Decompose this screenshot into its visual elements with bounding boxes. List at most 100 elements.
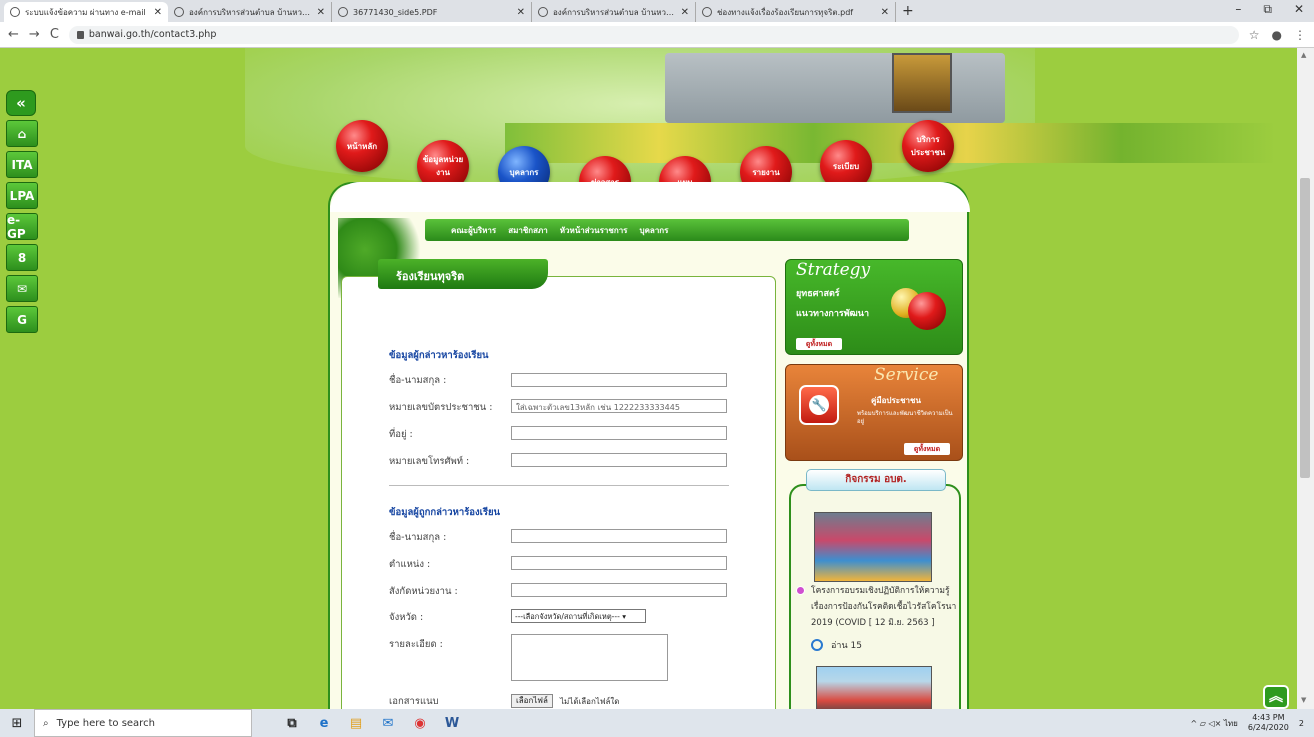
complainant-name-input[interactable] xyxy=(511,373,727,387)
notification-icon[interactable]: 2 xyxy=(1299,719,1304,728)
shrine-image xyxy=(892,53,952,113)
strategy-view-all-button[interactable]: ดูทั้งหมด xyxy=(796,338,842,350)
search-icon: ⌕ xyxy=(43,717,49,729)
department-label: สังกัดหน่วยงาน : xyxy=(389,586,458,597)
accused-name-label: ชื่อ-นามสกุล : xyxy=(389,532,447,543)
detail-textarea[interactable] xyxy=(511,634,668,681)
forward-icon[interactable]: → xyxy=(29,27,40,42)
tab-close-icon[interactable]: ✕ xyxy=(517,7,525,18)
activity-item-title[interactable]: โครงการอบรมเชิงปฏิบัติการให้ความรู้เรื่อ… xyxy=(811,586,956,628)
browser-tab-2[interactable]: องค์การบริหารส่วนตำบล บ้านหวาย อ. ✕ xyxy=(168,2,332,22)
url-input[interactable]: banwai.go.th/contact3.php xyxy=(68,25,1239,44)
menu-public-services[interactable]: บริการประชาชน xyxy=(902,120,954,172)
profile-icon[interactable]: ● xyxy=(1272,28,1282,42)
service-panel[interactable]: Service 🔧 คู่มือประชาชน พร้อมบริการและพั… xyxy=(785,364,963,461)
vertical-scrollbar[interactable]: ▲ ▼ xyxy=(1297,48,1314,709)
address-input[interactable] xyxy=(511,426,727,440)
tray-icons[interactable]: ^ ▱ ◁× ไทย xyxy=(1191,717,1238,730)
service-view-all-button[interactable]: ดูทั้งหมด xyxy=(904,443,950,455)
accused-name-input[interactable] xyxy=(511,529,727,543)
submenu-executives[interactable]: คณะผู้บริหาร xyxy=(451,224,496,237)
tab-title: ช่องทางแจ้งเรื่องร้องเรียนการทุจริต.pdf xyxy=(717,7,854,17)
activity-reads: อ่าน 15 xyxy=(811,638,862,652)
tab-title: องค์การบริหารส่วนตำบล บ้านหวาย อ. xyxy=(553,7,676,17)
service-title: Service xyxy=(874,365,939,385)
scroll-up-arrow-icon[interactable]: ▲ xyxy=(1301,51,1306,59)
tab-title: องค์การบริหารส่วนตำบล บ้านหวาย อ. xyxy=(189,7,312,17)
scrollbar-thumb[interactable] xyxy=(1300,178,1310,478)
tab-close-icon[interactable]: ✕ xyxy=(681,7,689,18)
egp-link[interactable]: e-GP xyxy=(6,213,38,241)
collapse-icon[interactable]: « xyxy=(6,90,36,116)
user-icon[interactable]: 8 xyxy=(6,244,38,271)
submenu-personnel[interactable]: บุคลากร xyxy=(639,224,668,237)
phone-label: หมายเลขโทรศัพท์ : xyxy=(389,456,470,467)
browser-tab-3[interactable]: 36771430_side5.PDF ✕ xyxy=(332,2,532,22)
file-explorer-icon[interactable]: ▤ xyxy=(340,709,372,737)
task-view-icon[interactable]: ⧉ xyxy=(276,709,308,737)
department-input[interactable] xyxy=(511,583,727,597)
web-page: หน้าหลัก ข้อมูลหน่วยงาน บุคลากร ข่าวสาร … xyxy=(0,48,1297,709)
attachment-label: เอกสารแนบ xyxy=(389,696,439,707)
divider xyxy=(389,485,729,486)
id-card-input[interactable]: ใส่เฉพาะตัวเลข13หลัก เช่น 1222233333445 xyxy=(511,399,727,413)
globe-icon xyxy=(10,7,20,17)
ita-link[interactable]: ITA xyxy=(6,151,38,178)
taskbar-search[interactable]: ⌕ Type here to search xyxy=(34,709,252,737)
minimize-button[interactable]: – xyxy=(1235,2,1241,17)
mail-app-icon[interactable]: ✉ xyxy=(372,709,404,737)
clock[interactable]: 4:43 PM 6/24/2020 xyxy=(1248,713,1289,733)
globe-icon xyxy=(174,7,184,17)
choose-file-button[interactable]: เลือกไฟล์ xyxy=(511,694,553,708)
position-input[interactable] xyxy=(511,556,727,570)
red-ball-icon xyxy=(908,292,946,330)
monument-image xyxy=(665,53,1005,123)
close-button[interactable]: ✕ xyxy=(1294,2,1304,17)
section-complainant: ข้อมูลผู้กล่าวหาร้องเรียน xyxy=(389,350,489,361)
tab-close-icon[interactable]: ✕ xyxy=(154,7,162,18)
phone-input[interactable] xyxy=(511,453,727,467)
service-line2: พร้อมบริการและพัฒนาชีวิตความเป็นอยู่ xyxy=(857,410,953,425)
browser-menu-icon[interactable]: ⋮ xyxy=(1294,28,1306,42)
activity-item-text[interactable]: โครงการอบรมเชิงปฏิบัติการให้ความรู้เรื่อ… xyxy=(796,583,959,631)
lock-icon xyxy=(76,30,84,39)
scroll-to-top-button[interactable]: ︽ xyxy=(1263,685,1289,709)
section-accused: ข้อมูลผู้ถูกกล่าวหาร้องเรียน xyxy=(389,507,501,518)
wrench-glyph: 🔧 xyxy=(809,395,829,415)
scroll-down-arrow-icon[interactable]: ▼ xyxy=(1301,696,1306,704)
activity-photo-2[interactable] xyxy=(816,666,932,709)
translate-icon[interactable]: G xyxy=(6,306,38,333)
new-tab-button[interactable]: + xyxy=(902,3,914,19)
tab-close-icon[interactable]: ✕ xyxy=(881,7,889,18)
submenu-council[interactable]: สมาชิกสภา xyxy=(508,224,548,237)
start-button[interactable]: ⊞ xyxy=(0,709,34,737)
browser-tab-5[interactable]: ช่องทางแจ้งเรื่องร้องเรียนการทุจริต.pdf ✕ xyxy=(696,2,896,22)
menu-home[interactable]: หน้าหลัก xyxy=(336,120,388,172)
tab-close-icon[interactable]: ✕ xyxy=(317,7,325,18)
activity-photo-1[interactable] xyxy=(814,512,932,582)
chrome-icon[interactable]: ◉ xyxy=(404,709,436,737)
word-icon[interactable]: W xyxy=(436,709,468,737)
magnifier-icon xyxy=(811,639,823,651)
back-icon[interactable]: ← xyxy=(8,27,19,42)
search-placeholder: Type here to search xyxy=(56,717,155,729)
name-label: ชื่อ-นามสกุล : xyxy=(389,375,447,386)
bullet-icon xyxy=(796,586,805,595)
reload-icon[interactable]: C xyxy=(50,27,59,42)
tab-title: ระบบแจ้งข้อความ ผ่านทาง e-mail xyxy=(25,7,146,17)
edge-icon[interactable]: e xyxy=(308,709,340,737)
strategy-line1: ยุทธศาสตร์ xyxy=(796,289,840,299)
bookmark-star-icon[interactable]: ☆ xyxy=(1249,28,1260,42)
lpa-link[interactable]: LPA xyxy=(6,182,38,209)
browser-tab-1[interactable]: ระบบแจ้งข้อความ ผ่านทาง e-mail ✕ xyxy=(4,2,168,22)
submenu-department-heads[interactable]: หัวหน้าส่วนราชการ xyxy=(560,224,628,237)
restore-button[interactable]: ⧉ xyxy=(1263,2,1272,17)
activity-header: กิจกรรม อบต. xyxy=(806,469,946,491)
home-icon[interactable]: ⌂ xyxy=(6,120,38,147)
service-line1: คู่มือประชาชน xyxy=(871,396,921,405)
browser-tab-4[interactable]: องค์การบริหารส่วนตำบล บ้านหวาย อ. ✕ xyxy=(532,2,696,22)
globe-icon xyxy=(338,7,348,17)
strategy-line2: แนวทางการพัฒนา xyxy=(796,309,869,319)
province-select[interactable]: ---เลือกจังหวัด/สถานที่เกิดเหตุ--- ▾ xyxy=(511,609,646,623)
mail-icon[interactable]: ✉ xyxy=(6,275,38,302)
